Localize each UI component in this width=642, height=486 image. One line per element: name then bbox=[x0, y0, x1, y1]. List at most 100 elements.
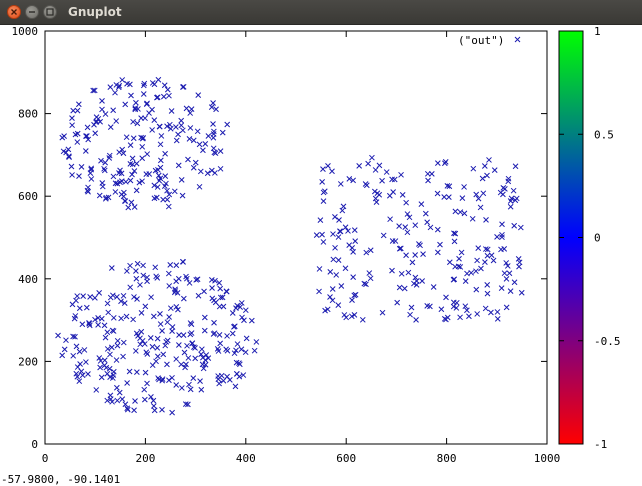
data-point bbox=[188, 330, 195, 336]
data-point bbox=[241, 317, 247, 324]
data-point bbox=[173, 124, 179, 130]
data-point bbox=[507, 288, 514, 294]
data-point bbox=[229, 310, 236, 316]
data-point bbox=[441, 194, 448, 200]
data-point bbox=[173, 382, 180, 388]
data-point bbox=[446, 194, 452, 200]
data-point bbox=[319, 231, 325, 238]
data-point bbox=[76, 305, 83, 312]
data-point bbox=[159, 406, 165, 413]
data-point bbox=[484, 172, 490, 179]
data-point bbox=[473, 286, 480, 293]
data-point bbox=[404, 229, 411, 236]
data-point bbox=[118, 315, 124, 322]
maximize-button[interactable] bbox=[43, 5, 57, 19]
data-point bbox=[134, 296, 140, 302]
data-point bbox=[88, 176, 95, 182]
data-point bbox=[141, 396, 148, 403]
data-point bbox=[110, 173, 117, 180]
data-point bbox=[242, 307, 249, 314]
data-point bbox=[113, 357, 120, 363]
data-point bbox=[123, 313, 130, 320]
data-point bbox=[224, 121, 231, 128]
data-point bbox=[488, 252, 495, 259]
data-point bbox=[194, 128, 201, 135]
legend-label: ("out") bbox=[458, 34, 504, 47]
data-point bbox=[486, 157, 492, 163]
data-point bbox=[424, 170, 431, 177]
data-point bbox=[402, 224, 409, 230]
data-point bbox=[365, 160, 371, 167]
data-point bbox=[366, 270, 373, 276]
data-point bbox=[120, 292, 127, 299]
data-point bbox=[160, 351, 167, 358]
minimize-button[interactable] bbox=[25, 5, 39, 19]
data-point bbox=[159, 328, 165, 334]
data-point bbox=[123, 134, 130, 141]
data-point bbox=[55, 332, 61, 339]
data-point bbox=[195, 92, 202, 99]
data-point bbox=[161, 82, 168, 89]
data-point bbox=[506, 270, 513, 277]
data-point bbox=[137, 281, 143, 288]
data-point bbox=[501, 270, 508, 277]
data-point bbox=[157, 157, 164, 164]
data-point bbox=[407, 311, 413, 318]
data-point bbox=[513, 195, 520, 202]
data-point bbox=[131, 407, 137, 414]
data-point bbox=[482, 259, 488, 265]
data-point bbox=[140, 91, 147, 97]
data-point bbox=[80, 293, 87, 299]
data-point bbox=[190, 375, 197, 381]
data-point bbox=[114, 337, 121, 344]
data-point bbox=[116, 149, 123, 156]
data-point bbox=[120, 339, 127, 346]
data-point bbox=[413, 316, 419, 323]
data-point bbox=[209, 167, 215, 174]
data-point bbox=[127, 142, 134, 148]
data-point bbox=[316, 266, 323, 272]
data-point bbox=[490, 257, 497, 264]
y-tick-label: 0 bbox=[31, 438, 38, 451]
data-point bbox=[59, 352, 66, 359]
data-point bbox=[127, 177, 134, 184]
data-point bbox=[473, 268, 479, 275]
data-point bbox=[510, 187, 517, 194]
data-point bbox=[333, 272, 340, 278]
data-point bbox=[424, 219, 431, 226]
data-point bbox=[181, 349, 188, 356]
close-button[interactable] bbox=[7, 5, 21, 19]
data-point bbox=[474, 257, 480, 264]
data-point bbox=[494, 309, 501, 315]
data-point bbox=[114, 342, 121, 349]
data-point bbox=[92, 130, 99, 137]
data-point bbox=[93, 387, 100, 393]
data-point bbox=[201, 314, 208, 321]
data-point bbox=[98, 374, 105, 381]
data-point bbox=[417, 242, 423, 249]
scatter-plot[interactable]: 0 200 400 600 800 1000 0 200 400 600 800 1000 ("ou… bbox=[0, 25, 642, 473]
data-point bbox=[251, 347, 258, 354]
data-point bbox=[420, 251, 426, 257]
data-point bbox=[217, 285, 224, 292]
data-point bbox=[450, 299, 457, 306]
data-point bbox=[198, 386, 205, 393]
data-point bbox=[517, 224, 524, 231]
data-point bbox=[128, 92, 134, 99]
data-point bbox=[238, 300, 245, 306]
data-point bbox=[394, 299, 401, 306]
data-point bbox=[157, 321, 164, 327]
data-point bbox=[107, 351, 113, 358]
data-point bbox=[124, 268, 130, 274]
data-point bbox=[133, 268, 139, 274]
data-point bbox=[367, 247, 374, 254]
data-point bbox=[434, 249, 441, 256]
colorbar-tick-label: -1 bbox=[594, 438, 607, 451]
data-point bbox=[219, 129, 226, 136]
data-point bbox=[434, 160, 441, 166]
data-point bbox=[79, 372, 86, 379]
data-point bbox=[335, 257, 342, 263]
data-point bbox=[412, 252, 419, 258]
data-point bbox=[83, 304, 90, 311]
data-point bbox=[116, 389, 123, 396]
